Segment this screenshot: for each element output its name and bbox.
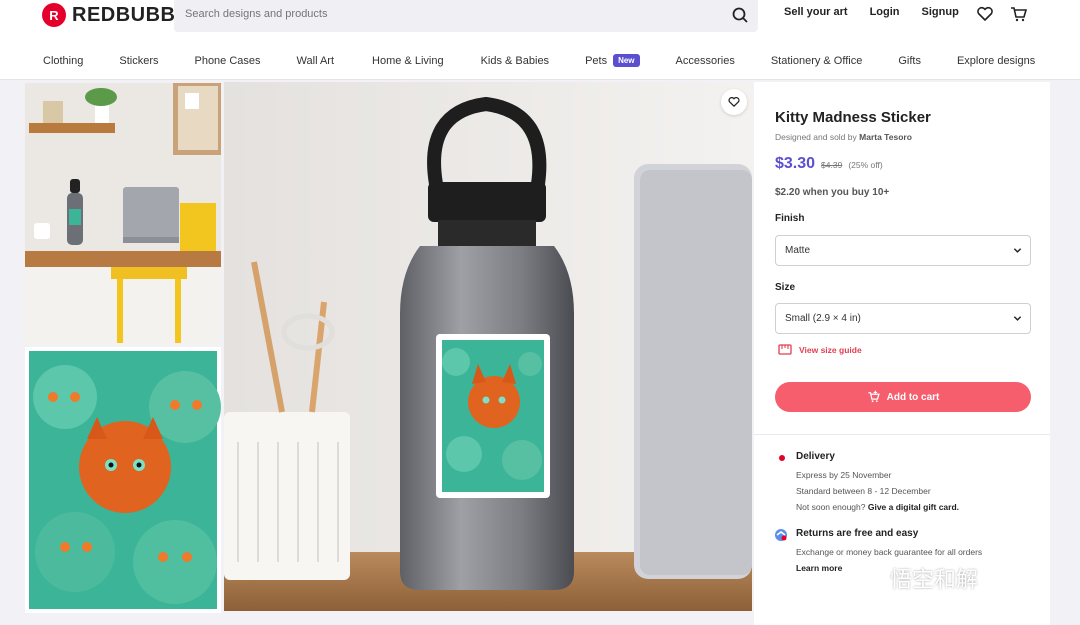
add-to-cart-label: Add to cart [886,391,940,403]
nav-stickers[interactable]: Stickers [119,55,158,67]
ruler-icon [778,344,792,355]
size-guide-link[interactable]: View size guide [778,344,862,355]
search-input[interactable] [185,8,705,20]
returns-title: Returns are free and easy [796,528,919,539]
category-nav: Clothing Stickers Phone Cases Wall Art H… [43,54,1035,67]
nav-wall-art[interactable]: Wall Art [297,55,335,67]
signup-link[interactable]: Signup [922,6,959,18]
nav-kids-babies[interactable]: Kids & Babies [481,55,549,67]
header-icons [975,4,1029,24]
returns-icon [775,529,787,541]
size-select[interactable]: Small (2.9 × 4 in) [775,303,1031,334]
size-label: Size [775,282,796,293]
designed-by-prefix: Designed and sold by [775,132,857,142]
chevron-down-icon [1013,316,1022,321]
add-to-cart-icon [868,390,880,403]
delivery-dot-icon [779,455,785,461]
original-price: $4.39 [821,160,843,170]
gift-card-link[interactable]: Give a digital gift card. [868,502,959,512]
add-to-cart-button[interactable]: Add to cart [775,382,1031,412]
not-soon-text: Not soon enough? [796,502,866,512]
heart-outline-icon [728,96,740,107]
nav-pets[interactable]: Pets New [585,54,640,67]
bulk-price: $2.20 when you buy 10+ [775,187,890,198]
learn-more-label: Learn more [796,563,843,573]
watermark-logo: 悟空和解 [890,562,978,594]
size-guide-label: View size guide [799,344,862,355]
delivery-section: Delivery Express by 25 November Standard… [796,451,959,512]
nav-home-living[interactable]: Home & Living [372,55,444,67]
sell-your-art-link[interactable]: Sell your art [784,6,848,18]
site-header: R REDBUBBLE Sell your art Login Signup C… [0,0,1080,80]
finish-value: Matte [785,245,811,256]
logo-mark-icon: R [42,3,66,27]
product-panel: Kitty Madness Sticker Designed and sold … [754,82,1050,625]
login-link[interactable]: Login [870,6,900,18]
add-to-favorites-button[interactable] [721,89,747,115]
header-links: Sell your art Login Signup [784,6,981,18]
delivery-express: Express by 25 November [796,470,892,480]
search-icon[interactable] [730,5,750,25]
price-row: $3.30 $4.39 (25% off) [775,155,883,173]
designed-by: Designed and sold by Marta Tesoro [775,132,912,142]
current-price: $3.30 [775,155,816,172]
thumbnail-desk-scene[interactable] [25,83,221,345]
search-bar[interactable] [174,0,758,32]
nav-pets-label: Pets [585,55,608,67]
delivery-standard: Standard between 8 - 12 December [796,486,931,496]
heart-icon[interactable] [975,4,995,24]
cat-artwork-image [29,351,221,609]
main-product-image[interactable] [224,82,752,611]
new-badge: New [613,54,640,67]
discount-text: (25% off) [848,160,883,170]
nav-stationery-office[interactable]: Stationery & Office [771,55,863,67]
delivery-title: Delivery [796,451,835,462]
watermark-text: 悟空和解 [890,568,979,593]
product-title: Kitty Madness Sticker [775,109,931,126]
cart-icon[interactable] [1009,4,1029,24]
bottle-scene-image [224,82,752,611]
thumbnail-cat-artwork[interactable] [25,347,221,613]
nav-accessories[interactable]: Accessories [676,55,735,67]
size-value: Small (2.9 × 4 in) [785,313,861,324]
finish-label: Finish [775,213,805,224]
finish-select[interactable]: Matte [775,235,1031,266]
nav-phone-cases[interactable]: Phone Cases [194,55,260,67]
returns-sub: Exchange or money back guarantee for all… [796,547,983,557]
nav-clothing[interactable]: Clothing [43,55,83,67]
delivery-gift-card: Not soon enough? Give a digital gift car… [796,502,959,512]
panel-divider [754,434,1050,435]
nav-gifts[interactable]: Gifts [898,55,921,67]
desk-scene-image [25,83,221,345]
nav-explore-designs[interactable]: Explore designs [957,55,1035,67]
chevron-down-icon [1013,248,1022,253]
artist-link[interactable]: Marta Tesoro [859,132,912,142]
